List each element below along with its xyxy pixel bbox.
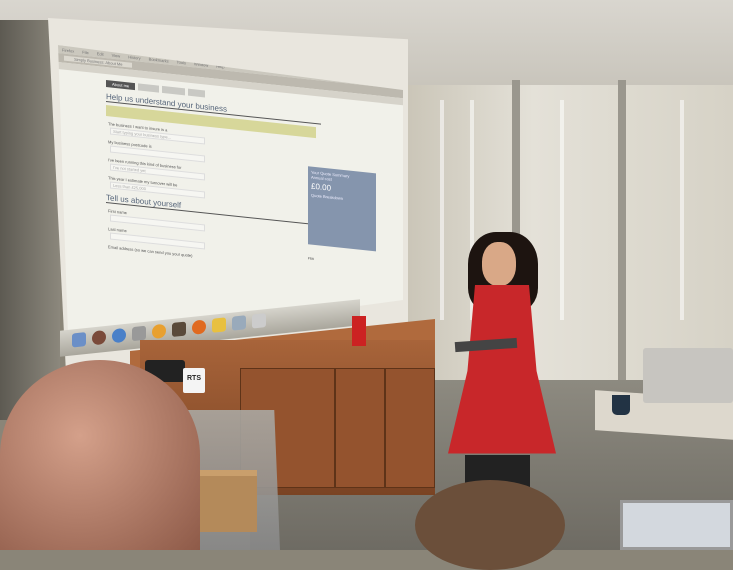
folder-icon	[232, 315, 246, 331]
firefox-icon	[192, 319, 206, 335]
cup	[612, 395, 630, 415]
step-about-me: About me	[106, 80, 136, 91]
mug: RTS	[183, 368, 205, 393]
safari-icon	[112, 327, 126, 344]
glass-stripe	[440, 100, 444, 320]
audience-head	[415, 480, 565, 570]
step	[188, 88, 205, 98]
laptop	[643, 348, 733, 403]
menu-item: File	[82, 49, 89, 55]
fsa-logo: FSA	[308, 256, 314, 261]
cabinet-door	[335, 368, 385, 488]
presenter-face	[482, 242, 516, 286]
glass-frame	[618, 80, 626, 420]
glass-stripe	[560, 100, 564, 320]
menu-item: Firefox	[62, 46, 75, 54]
step	[162, 85, 186, 96]
app-icon	[152, 323, 166, 340]
left-wall	[0, 20, 60, 420]
app-icon	[212, 317, 226, 333]
app-icon	[92, 329, 106, 346]
quote-summary-panel: Your Quote Summary Annual cost £0.00 Quo…	[308, 166, 376, 252]
menu-item: View	[111, 52, 121, 59]
trash-icon	[252, 313, 266, 329]
laptop-screen	[620, 500, 733, 550]
app-icon	[132, 325, 146, 342]
cabinet-door	[385, 368, 435, 488]
drink-can	[352, 316, 366, 346]
glass-stripe	[680, 100, 684, 320]
foreground-blur	[0, 360, 200, 550]
step	[138, 83, 160, 93]
app-icon	[172, 321, 186, 337]
finder-icon	[72, 332, 86, 348]
menu-item: Edit	[96, 50, 104, 57]
